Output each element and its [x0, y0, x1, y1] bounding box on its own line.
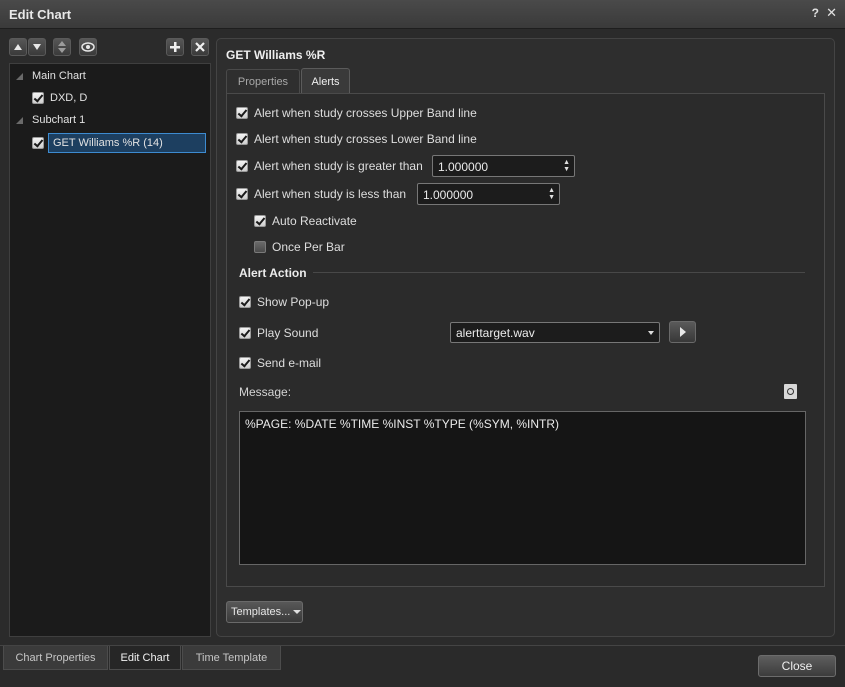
lower-band-row[interactable]: Alert when study crosses Lower Band line: [236, 130, 477, 148]
less-than-label: Alert when study is less than: [254, 187, 407, 201]
close-button[interactable]: Close: [758, 655, 836, 677]
move-updown-icon[interactable]: [53, 38, 71, 56]
greater-than-checkbox[interactable]: [236, 160, 248, 172]
once-per-bar-label: Once Per Bar: [272, 240, 345, 254]
auto-reactivate-row[interactable]: Auto Reactivate: [254, 212, 357, 230]
tab-time-template[interactable]: Time Template: [182, 646, 281, 670]
greater-than-input[interactable]: 1.000000 ▲ ▼: [432, 155, 575, 177]
tree-item-dxd[interactable]: DXD, D: [32, 89, 87, 107]
auto-reactivate-label: Auto Reactivate: [272, 214, 357, 228]
play-sound-row[interactable]: Play Sound: [239, 324, 318, 342]
lower-band-checkbox[interactable]: [236, 133, 248, 145]
play-sound-checkbox[interactable]: [239, 327, 251, 339]
less-than-input[interactable]: 1.000000 ▲ ▼: [417, 183, 560, 205]
greater-than-label: Alert when study is greater than: [254, 159, 423, 173]
move-down-icon[interactable]: [28, 38, 46, 56]
upper-band-row[interactable]: Alert when study crosses Upper Band line: [236, 104, 477, 122]
spinner-icon[interactable]: ▲ ▼: [548, 187, 555, 201]
expand-icon[interactable]: [16, 72, 23, 80]
once-per-bar-row[interactable]: Once Per Bar: [254, 238, 345, 256]
chevron-down-icon: [293, 610, 302, 614]
send-email-checkbox[interactable]: [239, 357, 251, 369]
tree-item-williams[interactable]: GET Williams %R (14): [32, 132, 206, 154]
tree-group-main-chart[interactable]: Main Chart: [16, 67, 86, 85]
show-popup-row[interactable]: Show Pop-up: [239, 293, 329, 311]
sound-file-select[interactable]: alerttarget.wav: [450, 322, 660, 343]
help-icon[interactable]: ?: [812, 6, 819, 20]
section-divider: [313, 272, 805, 273]
greater-than-row[interactable]: Alert when study is greater than: [236, 157, 423, 175]
less-than-checkbox[interactable]: [236, 188, 248, 200]
spinner-icon[interactable]: ▲ ▼: [563, 159, 570, 173]
tab-edit-chart[interactable]: Edit Chart: [109, 646, 181, 670]
title-bar: Edit Chart ? ✕: [0, 0, 845, 29]
window-title: Edit Chart: [9, 7, 72, 22]
close-icon[interactable]: ✕: [826, 5, 837, 21]
lower-band-label: Alert when study crosses Lower Band line: [254, 132, 477, 146]
study-title: GET Williams %R: [226, 48, 326, 62]
add-icon[interactable]: [166, 38, 184, 56]
message-textarea[interactable]: %PAGE: %DATE %TIME %INST %TYPE (%SYM, %I…: [239, 411, 806, 565]
message-label: Message:: [239, 385, 292, 399]
less-than-row[interactable]: Alert when study is less than: [236, 185, 406, 203]
tree-toolbar: [9, 38, 211, 58]
tab-chart-properties[interactable]: Chart Properties: [3, 646, 108, 670]
auto-reactivate-checkbox[interactable]: [254, 215, 266, 227]
selected-study-label[interactable]: GET Williams %R (14): [48, 133, 206, 153]
once-per-bar-checkbox[interactable]: [254, 241, 266, 253]
templates-button[interactable]: Templates...: [226, 601, 303, 623]
play-sound-label: Play Sound: [257, 326, 319, 340]
upper-band-checkbox[interactable]: [236, 107, 248, 119]
tree-group-label: Main Chart: [32, 70, 86, 82]
show-popup-checkbox[interactable]: [239, 296, 251, 308]
tree-group-subchart-1[interactable]: Subchart 1: [16, 111, 85, 129]
play-sound-button[interactable]: [669, 321, 696, 343]
tree-item-label: DXD, D: [50, 92, 88, 104]
upper-band-label: Alert when study crosses Upper Band line: [254, 106, 477, 120]
less-than-value: 1.000000: [423, 188, 474, 202]
show-popup-label: Show Pop-up: [257, 295, 330, 309]
greater-than-value: 1.000000: [438, 160, 489, 174]
expand-icon[interactable]: [16, 116, 23, 124]
chart-tree: Main Chart DXD, D Subchart 1 GET William…: [9, 63, 211, 637]
williams-checkbox[interactable]: [32, 137, 44, 149]
move-up-icon[interactable]: [9, 38, 27, 56]
sound-file-value: alerttarget.wav: [456, 326, 535, 340]
send-email-row[interactable]: Send e-mail: [239, 354, 321, 372]
send-email-label: Send e-mail: [257, 356, 322, 370]
tab-properties[interactable]: Properties: [226, 69, 300, 93]
templates-label: Templates...: [231, 606, 291, 618]
tree-group-label: Subchart 1: [32, 114, 86, 126]
dxd-checkbox[interactable]: [32, 92, 44, 104]
tab-alerts[interactable]: Alerts: [301, 68, 350, 94]
insert-variable-icon[interactable]: [784, 384, 797, 399]
delete-icon[interactable]: [191, 38, 209, 56]
eye-icon[interactable]: [79, 38, 97, 56]
chevron-down-icon: [648, 331, 654, 335]
alert-action-title: Alert Action: [239, 266, 307, 280]
